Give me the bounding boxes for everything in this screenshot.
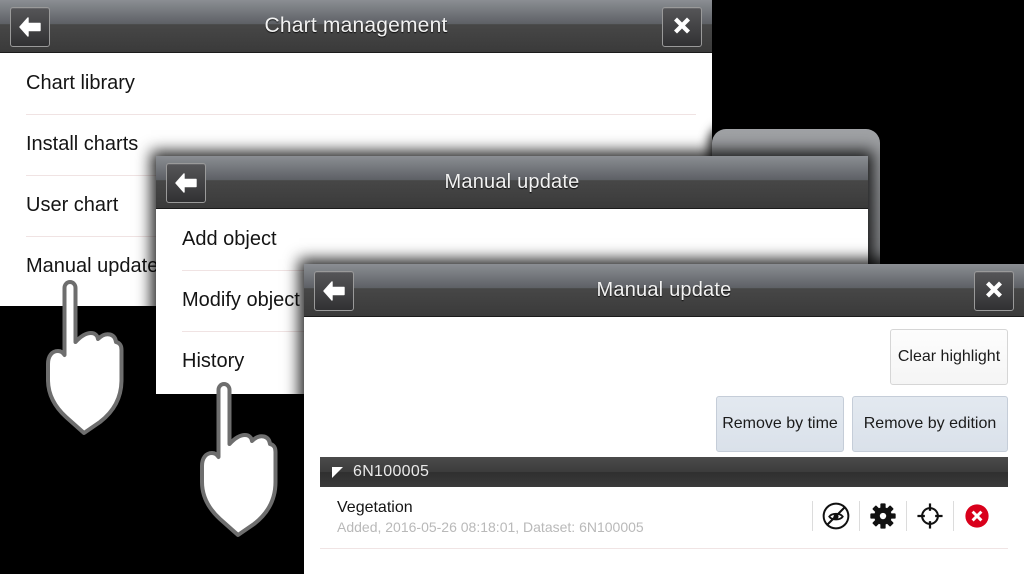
page-title: Manual update xyxy=(444,170,580,193)
screenshot-stage: Chart management Chart library Install c… xyxy=(0,0,1024,574)
remove-by-edition-button[interactable]: Remove by edition xyxy=(852,396,1008,452)
menu-item-label: Manual update xyxy=(26,255,159,277)
record-title: Vegetation xyxy=(337,499,413,516)
manual-update-history-body: Clear highlight Remove by time Remove by… xyxy=(304,317,1024,574)
dataset-group-header[interactable]: 6N100005 xyxy=(320,457,1008,487)
manual-update-menu-titlebar: Manual update xyxy=(156,156,868,209)
delete-red-x-icon[interactable] xyxy=(954,493,1000,539)
dataset-group-label: 6N100005 xyxy=(353,463,430,480)
menu-item-label: Add object xyxy=(182,228,277,250)
clear-highlight-button[interactable]: Clear highlight xyxy=(890,329,1008,385)
hide-eye-icon[interactable] xyxy=(813,493,859,539)
pointing-hand-cursor-manual-update xyxy=(40,276,126,441)
history-toolbar: Clear highlight Remove by time Remove by… xyxy=(304,317,1024,457)
menu-item-label: Install charts xyxy=(26,133,139,155)
menu-item-add-object[interactable]: Add object xyxy=(156,209,868,270)
manual-update-history-dialog: Manual update Clear highlight Remove by … xyxy=(304,264,1024,574)
menu-item-label: Chart library xyxy=(26,72,135,94)
history-record-row[interactable]: Vegetation Added, 2016-05-26 08:18:01, D… xyxy=(320,487,1008,549)
menu-item-label: Modify object xyxy=(182,289,300,311)
page-title: Manual update xyxy=(596,278,732,301)
record-action-bar xyxy=(812,491,1000,541)
page-title: Chart management xyxy=(264,14,448,37)
record-text: Vegetation Added, 2016-05-26 08:18:01, D… xyxy=(320,498,644,537)
remove-by-time-button[interactable]: Remove by time xyxy=(716,396,844,452)
triangle-expanded-icon xyxy=(332,466,343,478)
back-arrow-icon[interactable] xyxy=(314,271,354,311)
manual-update-history-titlebar: Manual update xyxy=(304,264,1024,317)
menu-item-label: User chart xyxy=(26,194,119,216)
back-arrow-icon[interactable] xyxy=(10,7,50,47)
target-crosshair-icon[interactable] xyxy=(907,493,953,539)
close-x-icon[interactable] xyxy=(662,7,702,47)
close-x-icon[interactable] xyxy=(974,271,1014,311)
chart-management-titlebar: Chart management xyxy=(0,0,712,53)
gear-icon[interactable] xyxy=(860,493,906,539)
back-arrow-icon[interactable] xyxy=(166,163,206,203)
menu-item-label: History xyxy=(182,350,245,372)
pointing-hand-cursor-history xyxy=(194,378,280,543)
menu-item-chart-library[interactable]: Chart library xyxy=(0,53,712,114)
record-detail: Added, 2016-05-26 08:18:01, Dataset: 6N1… xyxy=(337,519,644,535)
